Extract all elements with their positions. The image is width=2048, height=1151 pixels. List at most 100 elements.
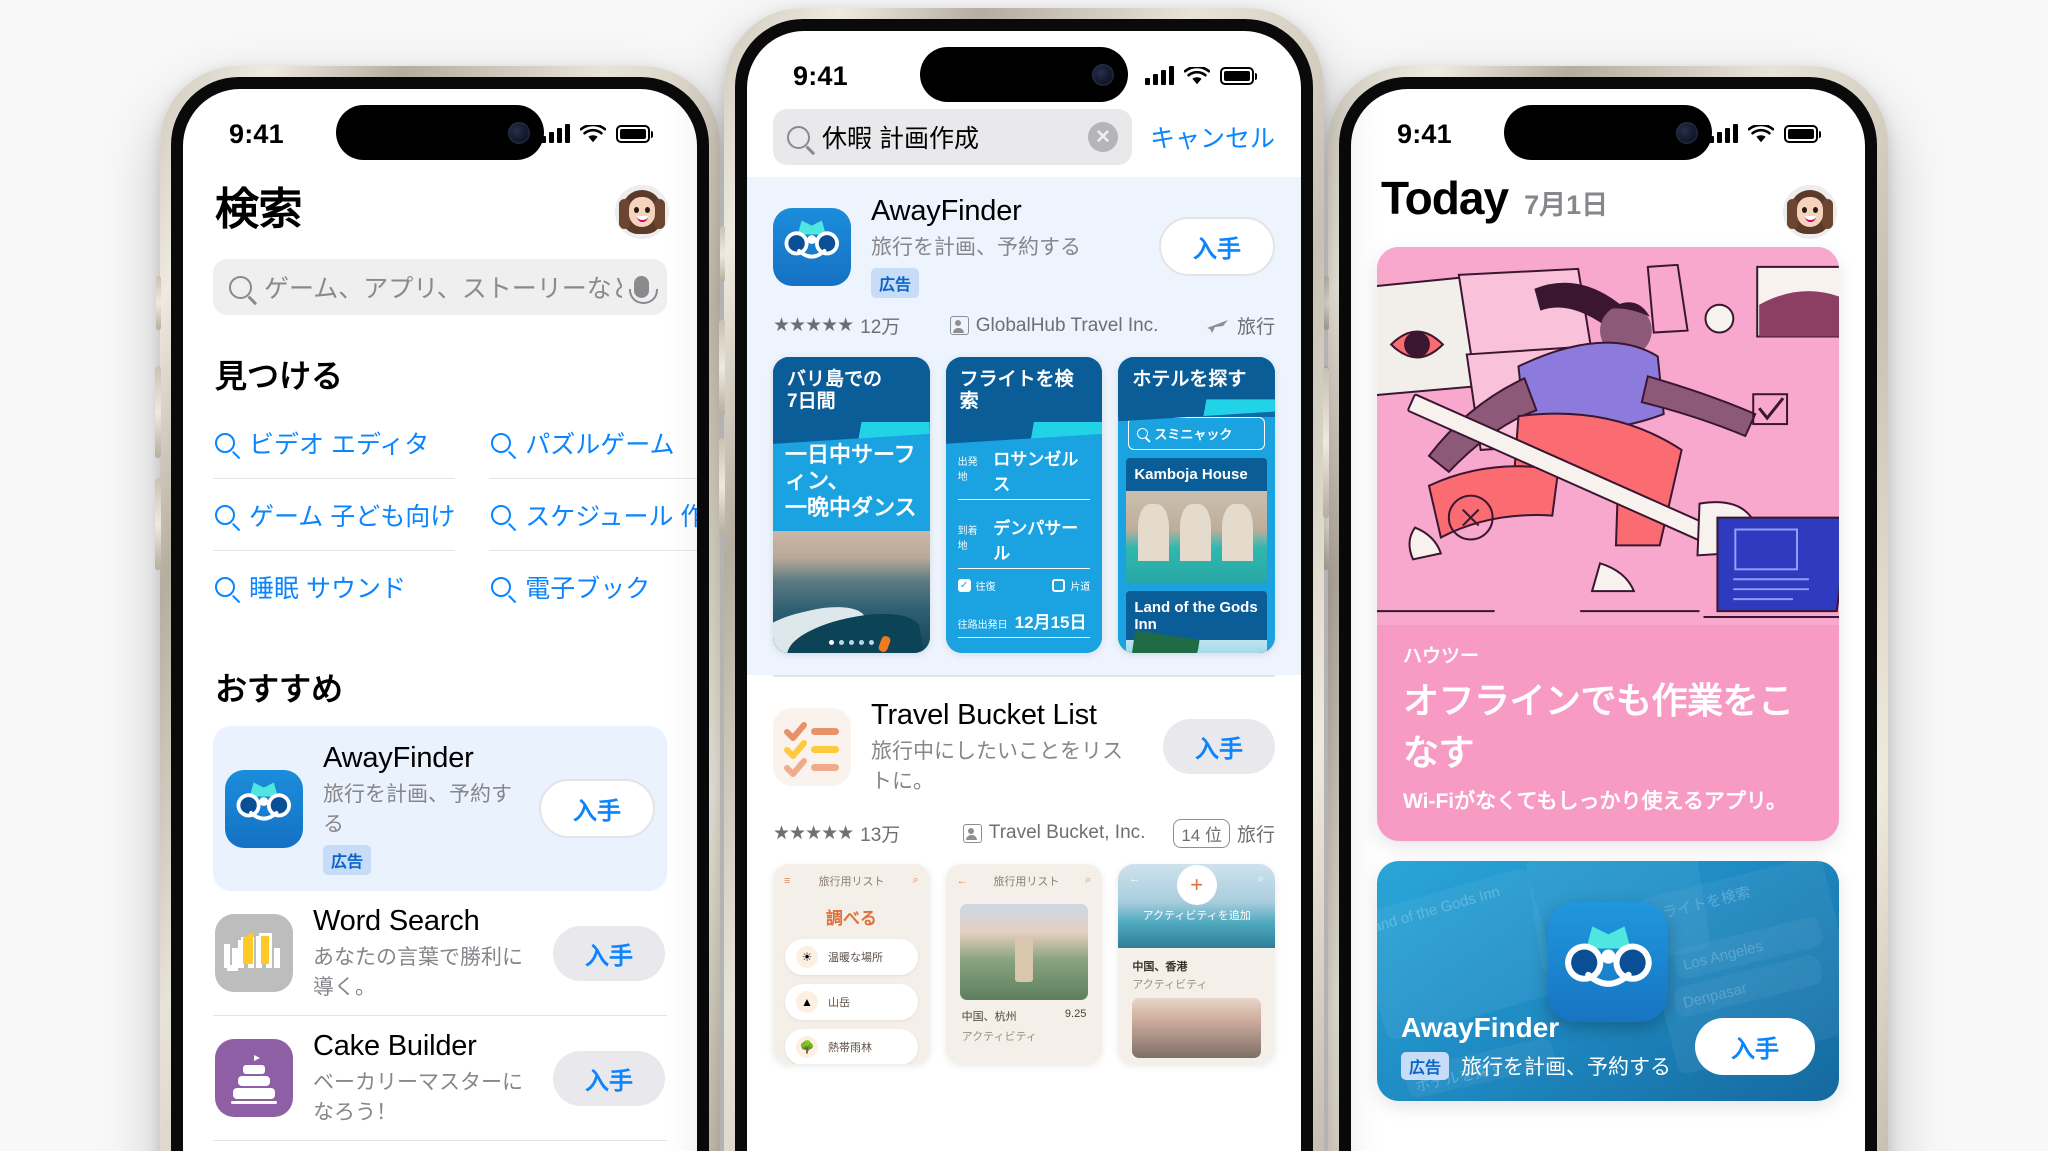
suggestion-label: スケジュール 作成 <box>525 503 697 531</box>
explore-item[interactable]: ☀ 温暖な場所 <box>785 938 918 975</box>
search-icon <box>491 577 512 597</box>
app-row-egg-collector[interactable]: Egg Collector 入手 <box>213 1141 667 1151</box>
mute-switch[interactable] <box>156 276 161 330</box>
app-category: 旅行 <box>1236 824 1275 846</box>
destination-photo-card[interactable] <box>1132 997 1262 1058</box>
get-button[interactable]: 入手 <box>553 1050 665 1106</box>
screenshot-explore[interactable]: ≡ 旅行用リスト ⌕ 調べる ☀ 温暖な場所 ▲ 山岳 🌳 熱帯雨林 <box>773 863 930 1064</box>
roundtrip-checkbox[interactable]: ✓ 往復 <box>957 578 996 593</box>
search-icon[interactable]: ⌕ <box>1258 873 1264 886</box>
app-row-travel-bucket-list[interactable]: Travel Bucket List 旅行中にしたいことをリストに。 入手 <box>747 677 1301 805</box>
hotel-card[interactable]: Land of the Gods Inn <box>1126 590 1268 653</box>
get-button[interactable]: 入手 <box>539 779 655 838</box>
app-row-awayfinder[interactable]: AwayFinder 旅行を計画、予約する 広告 入手 <box>213 726 667 891</box>
mute-switch[interactable] <box>1324 276 1329 330</box>
volume-up-button[interactable] <box>155 366 161 458</box>
back-icon[interactable]: ← <box>1129 873 1140 885</box>
search-icon[interactable]: ⌕ <box>1085 874 1091 887</box>
destination-name: 中国、香港 <box>1132 960 1188 973</box>
explore-item[interactable]: ▲ 山岳 <box>785 983 918 1020</box>
app-subtitle: あなたの言葉で勝利に導く。 <box>313 946 523 999</box>
screenshot-eyebrow-line2: 7日間 <box>787 391 836 413</box>
screenshot-carousel-2[interactable]: ≡ 旅行用リスト ⌕ 調べる ☀ 温暖な場所 ▲ 山岳 🌳 熱帯雨林 ← 旅行用リスト <box>747 848 1301 1064</box>
explore-item[interactable]: 🌳 熱帯雨林 <box>785 1028 918 1064</box>
get-button[interactable]: 入手 <box>1695 1018 1815 1075</box>
cancel-button[interactable]: キャンセル <box>1150 119 1275 155</box>
screenshot-carousel[interactable]: バリ島での 7日間 一日中サーフィン、 一晩中ダンス フライトを検索 出発地 ロ… <box>773 357 1276 653</box>
power-button[interactable] <box>1323 368 1329 518</box>
story-card[interactable]: ハウツー オフラインでも作業をこなす Wi-Fiがなくてもしっかり使えるアプリ。 <box>1377 247 1839 841</box>
volume-down-button[interactable] <box>155 478 161 570</box>
from-field[interactable]: 出発地 ロサンゼルス <box>957 440 1091 500</box>
suggestion-label: 電子ブック <box>525 575 651 603</box>
status-bar-center: 9:41 <box>747 31 1301 105</box>
app-row-word-search[interactable]: Word Search あなたの言葉で勝利に導く。 入手 <box>213 891 667 1016</box>
star-rating-icon: ★★★★★ <box>773 315 854 336</box>
destination-photo-card[interactable] <box>959 903 1089 1000</box>
front-camera-icon <box>1092 63 1114 86</box>
volume-down-button[interactable] <box>719 438 725 534</box>
app-row-cake-builder[interactable]: Cake Builder ベーカリーマスターになろう！ 入手 <box>213 1016 667 1141</box>
search-input[interactable]: 休暇 計画作成 ✕ <box>773 109 1132 165</box>
get-button[interactable]: 入手 <box>1163 719 1275 775</box>
status-bar-right: 9:41 <box>1351 89 1865 163</box>
screenshot-bali[interactable]: バリ島での 7日間 一日中サーフィン、 一晩中ダンス <box>773 357 930 653</box>
hotel-list: スミニャック Kamboja House Land of the Gods In… <box>1118 417 1276 653</box>
menu-icon[interactable]: ≡ <box>784 875 790 887</box>
return-field[interactable]: 復路出発日 12月28日 <box>958 647 1091 653</box>
checklist-icon <box>773 707 851 786</box>
suggestion-item[interactable]: 睡眠 サウンド <box>213 551 455 622</box>
to-field[interactable]: 到着地 デンパサール <box>957 509 1091 569</box>
suggestion-item[interactable]: ビデオ エディタ <box>213 407 456 479</box>
account-avatar[interactable] <box>615 185 669 239</box>
search-placeholder: ゲーム、アプリ、ストーリーなど <box>264 275 622 303</box>
battery-icon <box>616 125 653 143</box>
back-icon[interactable]: ← <box>957 875 968 887</box>
search-icon[interactable]: ⌕ <box>912 874 918 887</box>
search-icon <box>215 505 235 525</box>
screenshot-hangzhou[interactable]: ← 旅行用リスト ⌕ 中国、杭州 9.25 アクティビティ <box>945 863 1103 1064</box>
suggestion-item[interactable]: スケジュール 作成 <box>489 479 697 551</box>
hotel-photo <box>1126 630 1268 653</box>
screenshot-flight-search[interactable]: フライトを検索 出発地 ロサンゼルス 到着地 デンパサール ✓ 往復 片道 往路… <box>945 357 1103 653</box>
explore-label: 熱帯雨林 <box>828 1041 872 1054</box>
screenshot-hongkong[interactable]: ← ⌕ + アクティビティを追加 中国、香港 アクティビティ <box>1118 863 1276 1064</box>
volume-up-button[interactable] <box>719 320 725 416</box>
suggestion-item[interactable]: ゲーム 子ども向け <box>213 479 456 551</box>
ad-result-card[interactable]: AwayFinder 旅行を計画、予約する 広告 入手 ★★★★★ 12万 Gl… <box>747 177 1301 675</box>
dynamic-island <box>336 105 544 160</box>
app-subtitle: ベーカリーマスターになろう！ <box>313 1071 523 1124</box>
right-screen: 9:41 Today 7月1日 ハウツー オフラインでも作業をこなす Wi-Fi… <box>1351 89 1865 1151</box>
front-camera-icon <box>508 121 530 144</box>
suggestion-label: 睡眠 サウンド <box>249 575 406 603</box>
hotel-search-input[interactable]: スミニャック <box>1128 417 1266 451</box>
photo-subcaption: アクティビティ <box>1118 976 1275 992</box>
word-search-icon <box>215 914 293 992</box>
carousel-dots[interactable] <box>773 640 930 645</box>
suggestion-item[interactable]: 電子ブック <box>489 551 697 622</box>
rank-badge: 14 位 <box>1173 818 1230 848</box>
big-ad-card[interactable]: Land of the Gods Inn フライトを検索 Los Angeles… <box>1377 861 1839 1101</box>
oneway-checkbox[interactable]: 片道 <box>1052 578 1090 593</box>
account-avatar[interactable] <box>1783 185 1837 239</box>
hotel-card[interactable]: Kamboja House <box>1126 458 1268 583</box>
screenshot-navbar: ← 旅行用リスト ⌕ <box>946 864 1103 898</box>
mute-switch[interactable] <box>720 226 725 282</box>
clear-icon[interactable]: ✕ <box>1087 122 1118 152</box>
hongkong-photo: ← ⌕ + アクティビティを追加 <box>1118 863 1276 948</box>
photo-subcaption: アクティビティ <box>946 1026 1103 1046</box>
suggestion-item[interactable]: パズルゲーム <box>489 407 697 479</box>
microphone-icon[interactable] <box>629 276 658 304</box>
explore-label: 温暖な場所 <box>828 951 883 964</box>
depart-field[interactable]: 往路出発日 12月15日 <box>957 603 1091 638</box>
ad-badge: 広告 <box>323 845 372 875</box>
activity-label: アクティビティ <box>1132 978 1208 991</box>
story-kicker: ハウツー <box>1403 646 1480 667</box>
search-input[interactable]: ゲーム、アプリ、ストーリーなど <box>213 259 667 315</box>
get-button[interactable]: 入手 <box>1159 217 1275 276</box>
app-name: AwayFinder <box>871 195 1022 227</box>
flight-form: 出発地 ロサンゼルス 到着地 デンパサール ✓ 往復 片道 往路出発日 12月1… <box>945 429 1103 653</box>
screenshot-hotel-search[interactable]: ホテルを探す スミニャック Kamboja House Land of the … <box>1118 357 1276 653</box>
get-button[interactable]: 入手 <box>553 925 665 981</box>
search-icon <box>491 433 512 453</box>
